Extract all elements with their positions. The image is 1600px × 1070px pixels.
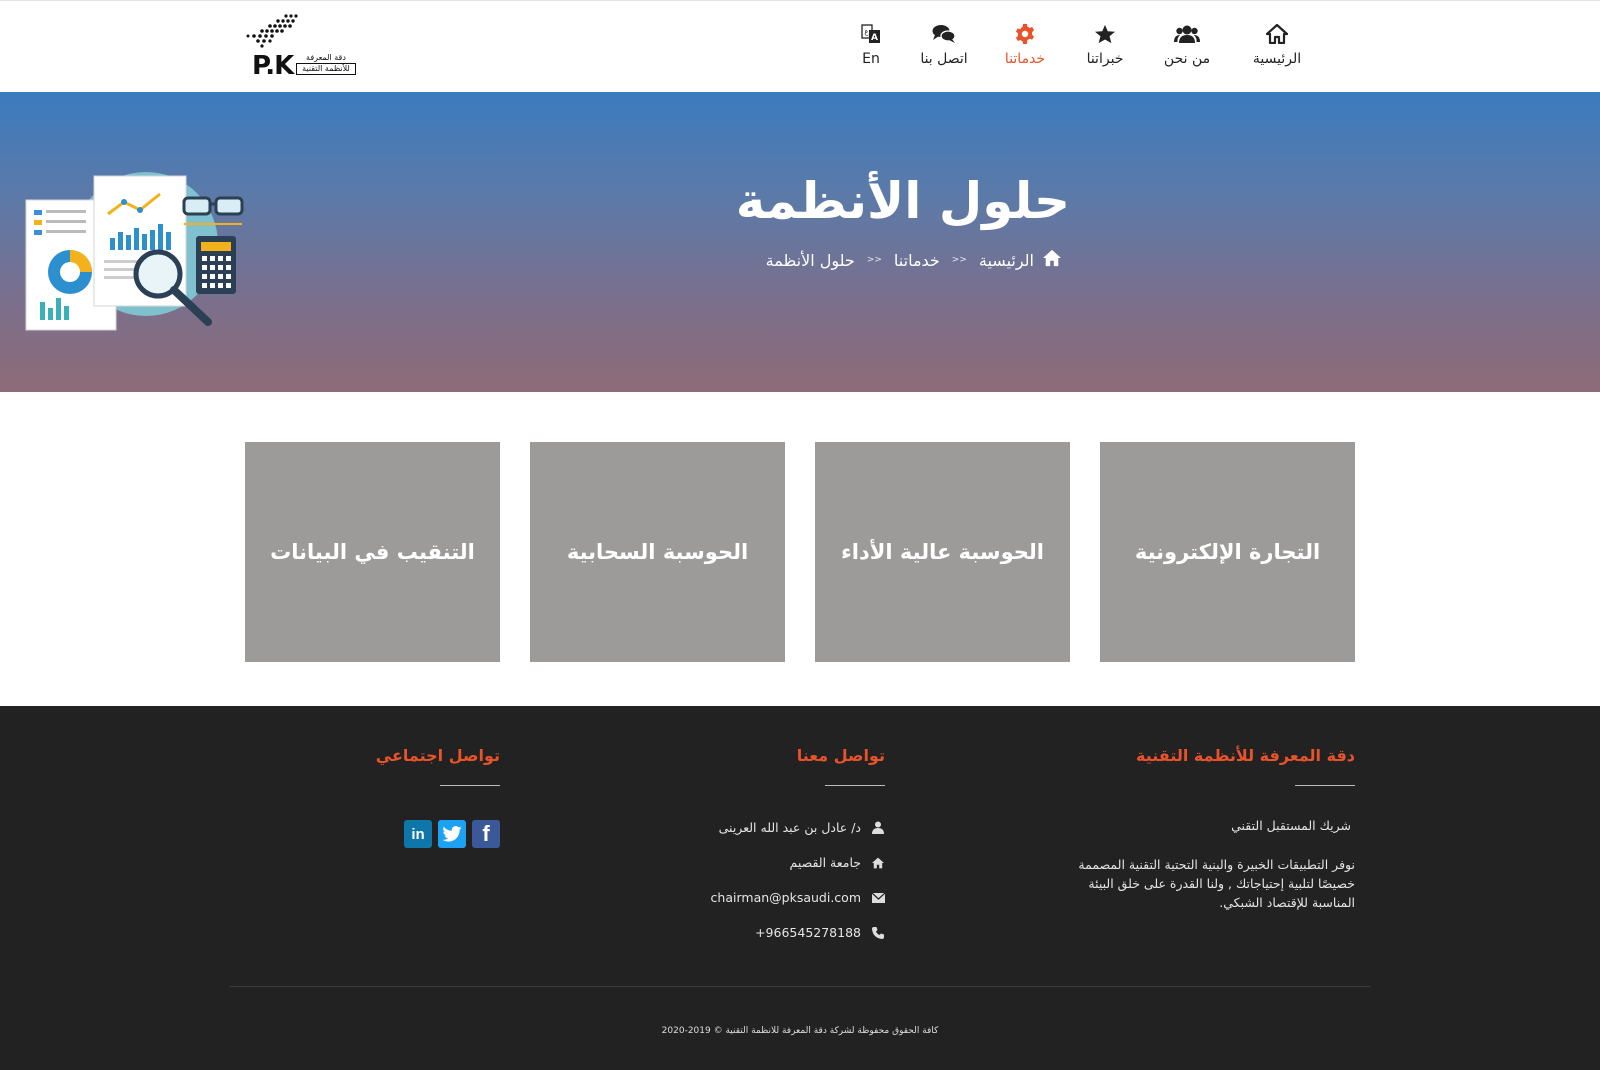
logo-line-1: دقة المعرفة [306, 53, 346, 62]
breadcrumb-separator: << [951, 255, 967, 265]
chat-icon [932, 19, 956, 49]
breadcrumb-home[interactable]: الرئيسية [979, 251, 1034, 270]
footer-social-title: تواصل اجتماعي [375, 746, 500, 765]
linkedin-icon[interactable]: in [404, 820, 432, 848]
site-header: الرئيسية من نحن خبراتنا خدماتنا اتصل بنا [0, 0, 1600, 92]
footer-about: دقة المعرفة للأنظمة التقنية شريك المستقب… [1055, 746, 1355, 912]
nav-item-experience[interactable]: خبراتنا [1068, 19, 1142, 67]
breadcrumb-services[interactable]: خدماتنا [894, 251, 940, 270]
breadcrumb-current: حلول الأنظمة [765, 250, 855, 270]
breadcrumb-separator: << [866, 255, 882, 265]
social-links: f in [300, 820, 500, 848]
contact-phone-row: +966545278188 [585, 915, 885, 950]
facebook-icon[interactable]: f [472, 820, 500, 848]
home-icon [1266, 19, 1288, 49]
nav-label-about: من نحن [1163, 51, 1211, 67]
contact-org: جامعة القصيم [789, 855, 861, 870]
service-card-hpc[interactable]: الحوسبة عالية الأداء [815, 442, 1070, 662]
contact-name: د/ عادل بن عبد الله العرينى [718, 820, 861, 835]
service-card-label: التجارة الإلكترونية [1134, 540, 1321, 564]
service-card-label: الحوسبة السحابية [566, 540, 749, 564]
contact-phone[interactable]: +966545278188 [755, 925, 861, 940]
site-logo[interactable]: P.K دقة المعرفة للأنظمة التقنية [246, 13, 358, 81]
logo-line-2: للأنظمة التقنية [296, 63, 356, 75]
service-card-ecommerce[interactable]: التجارة الإلكترونية [1100, 442, 1355, 662]
nav-item-home[interactable]: الرئيسية [1232, 19, 1322, 67]
contact-list: د/ عادل بن عبد الله العرينى جامعة القصيم… [585, 810, 885, 950]
breadcrumb-home-icon[interactable] [1042, 249, 1062, 271]
footer-contact: تواصل معنا د/ عادل بن عبد الله العرينى ج… [585, 746, 885, 950]
nav-item-language[interactable]: Aع En [836, 19, 906, 67]
breadcrumb: الرئيسية << خدماتنا << حلول الأنظمة [766, 249, 1062, 271]
gear-icon [1014, 19, 1036, 49]
footer-bottom-divider [230, 986, 1370, 987]
nav-item-about[interactable]: من نحن [1142, 19, 1232, 67]
nav-label-experience: خبراتنا [1086, 51, 1124, 67]
home-icon [871, 857, 885, 869]
footer-divider [440, 785, 500, 786]
users-icon [1174, 19, 1200, 49]
main-nav: الرئيسية من نحن خبراتنا خدماتنا اتصل بنا [836, 19, 1322, 67]
copyright: كافة الحقوق محفوظة لشركة دقة المعرفة للا… [661, 1026, 939, 1036]
language-icon: Aع [861, 19, 881, 49]
nav-label-services: خدماتنا [1004, 51, 1046, 67]
logo-mark: P.K [252, 51, 294, 81]
footer-divider [1295, 785, 1355, 786]
site-footer: دقة المعرفة للأنظمة التقنية شريك المستقب… [0, 706, 1600, 1070]
analytics-illustration-icon [25, 172, 244, 331]
service-card-cloud-computing[interactable]: الحوسبة السحابية [530, 442, 785, 662]
page-hero: حلول الأنظمة الرئيسية << خدماتنا << حلول… [0, 92, 1600, 392]
contact-email-row: chairman@pksaudi.com [585, 880, 885, 915]
star-icon [1094, 19, 1116, 49]
footer-tagline: شريك المستقبل التقني [1231, 818, 1351, 833]
nav-label-home: الرئيسية [1252, 51, 1302, 67]
nav-item-services[interactable]: خدماتنا [982, 19, 1068, 67]
page-title: حلول الأنظمة [735, 172, 1070, 230]
service-card-label: التنقيب في البيانات [270, 540, 475, 564]
footer-social: تواصل اجتماعي f in [300, 746, 500, 848]
nav-label-language: En [862, 51, 880, 67]
logo-subtitle: دقة المعرفة للأنظمة التقنية [296, 53, 356, 75]
footer-about-title: دقة المعرفة للأنظمة التقنية [1136, 746, 1355, 765]
contact-org-row: جامعة القصيم [585, 845, 885, 880]
contact-name-row: د/ عادل بن عبد الله العرينى [585, 810, 885, 845]
twitter-icon[interactable] [438, 820, 466, 848]
svg-text:A: A [871, 33, 878, 43]
footer-contact-title: تواصل معنا [796, 746, 885, 765]
service-card-label: الحوسبة عالية الأداء [841, 540, 1044, 564]
services-grid: التنقيب في البيانات الحوسبة السحابية الح… [245, 442, 1355, 662]
service-card-data-mining[interactable]: التنقيب في البيانات [245, 442, 500, 662]
logo-dots-icon [246, 14, 298, 48]
envelope-icon [871, 892, 885, 903]
nav-label-contact: اتصل بنا [920, 51, 968, 67]
footer-about-text: نوفر التطبيقات الخبيرة والبنية التحتية ا… [1078, 857, 1355, 910]
user-icon [871, 821, 885, 834]
footer-divider [825, 785, 885, 786]
phone-icon [871, 926, 885, 939]
nav-item-contact[interactable]: اتصل بنا [906, 19, 982, 67]
contact-email[interactable]: chairman@pksaudi.com [711, 890, 861, 905]
